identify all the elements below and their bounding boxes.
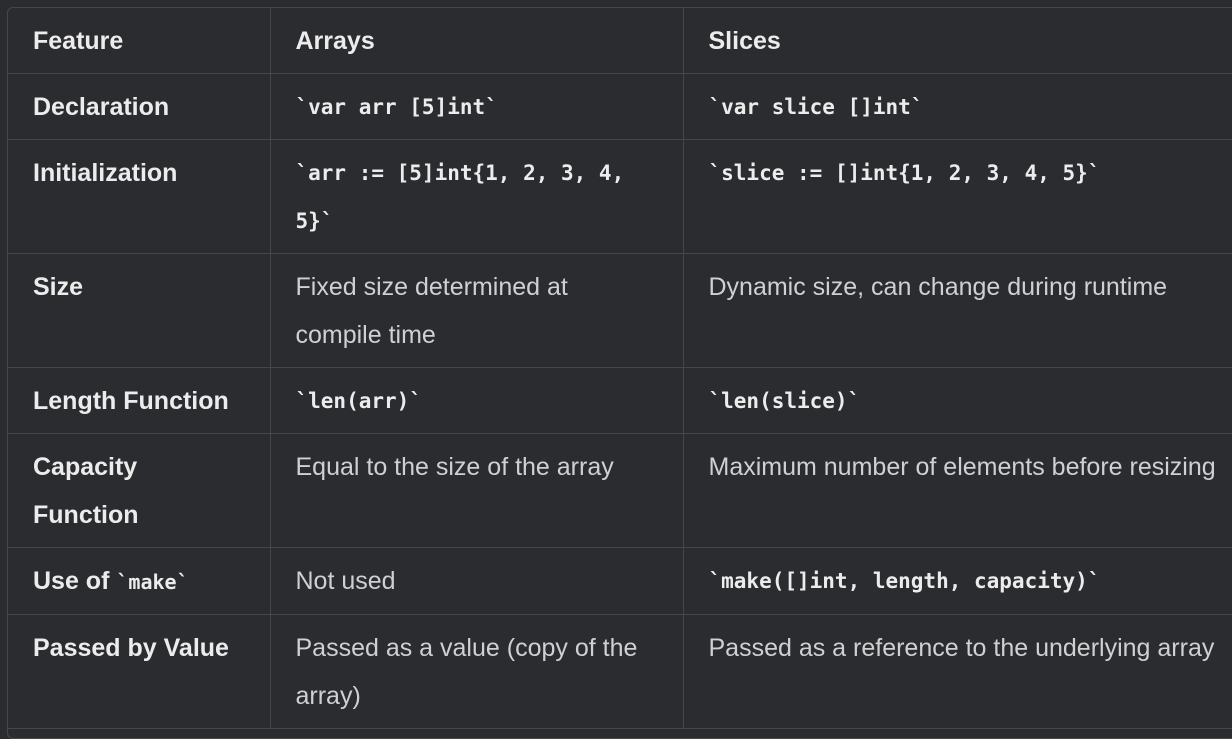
row-slices-cell: `var slice []int` <box>683 73 1232 140</box>
row-slices-cell: `len(slice)` <box>683 367 1232 434</box>
feature-inline-code: `make` <box>116 570 189 594</box>
table-row: Declaration `var arr [5]int` `var slice … <box>8 73 1232 140</box>
row-arrays-cell: Passed as a value (copy of the array) <box>270 614 684 729</box>
row-slices-cell: Maximum number of elements before resizi… <box>683 433 1232 548</box>
row-arrays-cell: `arr := [5]int{1, 2, 3, 4, 5}` <box>270 139 684 254</box>
table-row: Length Function `len(arr)` `len(slice)` <box>8 367 1232 434</box>
table-row: Size Fixed size determined at compile ti… <box>8 253 1232 368</box>
row-slices-cell: `make([]int, length, capacity)` <box>683 547 1232 615</box>
header-slices: Slices <box>683 8 1232 74</box>
row-arrays-cell: `len(arr)` <box>270 367 684 434</box>
table-row: Passed by Value Passed as a value (copy … <box>8 614 1232 729</box>
row-feature-cell: Passed by Value <box>8 614 271 729</box>
row-slices-cell: Passed as a reference to the underlying … <box>683 614 1232 729</box>
header-feature: Feature <box>8 8 271 74</box>
row-arrays-cell: Equal to the size of the array <box>270 433 684 548</box>
row-feature-cell: Length Function <box>8 367 271 434</box>
comparison-table: Feature Arrays Slices Declaration `var a… <box>8 8 1232 729</box>
row-feature-cell: Size <box>8 253 271 368</box>
row-arrays-cell: `var arr [5]int` <box>270 73 684 140</box>
table-header-row: Feature Arrays Slices <box>8 8 1232 74</box>
row-slices-cell: `slice := []int{1, 2, 3, 4, 5}` <box>683 139 1232 254</box>
row-slices-cell: Dynamic size, can change during runtime <box>683 253 1232 368</box>
row-arrays-cell: Fixed size determined at compile time <box>270 253 684 368</box>
comparison-table-container: Feature Arrays Slices Declaration `var a… <box>7 7 1232 739</box>
row-feature-cell: Use of `make` <box>8 547 271 615</box>
table-row: Initialization `arr := [5]int{1, 2, 3, 4… <box>8 139 1232 254</box>
table-row: Capacity Function Equal to the size of t… <box>8 433 1232 548</box>
row-arrays-cell: Not used <box>270 547 684 615</box>
table-row: Use of `make` Not used `make([]int, leng… <box>8 547 1232 615</box>
row-feature-cell: Declaration <box>8 73 271 140</box>
row-feature-cell: Initialization <box>8 139 271 254</box>
feature-label: Use of <box>33 567 117 595</box>
header-arrays: Arrays <box>270 8 684 74</box>
row-feature-cell: Capacity Function <box>8 433 271 548</box>
